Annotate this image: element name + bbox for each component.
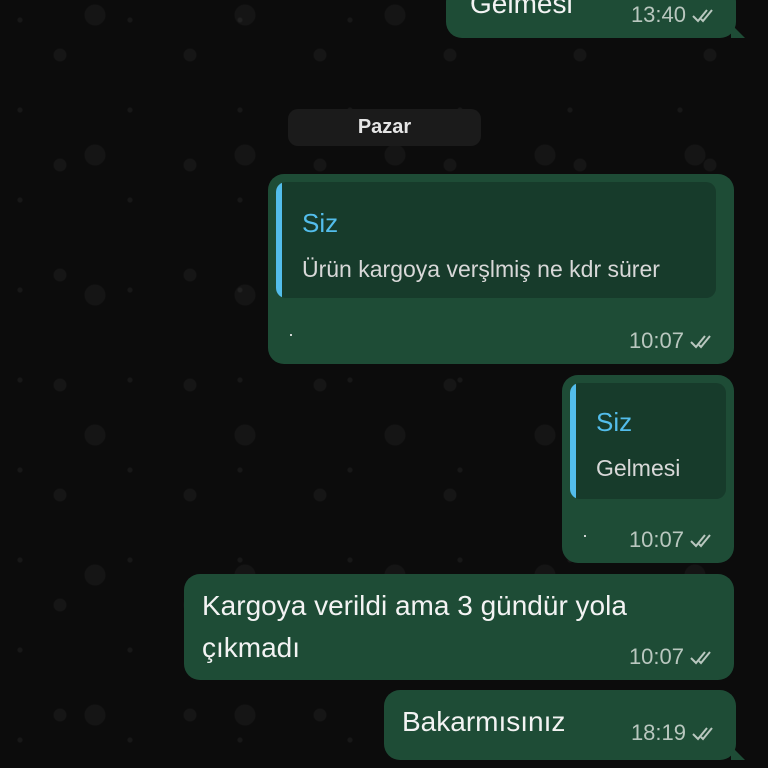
message-meta: 10:07 <box>629 527 716 553</box>
message-time: 10:07 <box>628 644 684 669</box>
message-text-line-2: çıkmadı <box>202 632 301 663</box>
double-check-icon <box>690 534 711 548</box>
message-bubble[interactable]: Bakarmısınız 18:19 <box>384 690 745 760</box>
message-bubble[interactable]: Kargoya verildi ama 3 gündür yola çıkmad… <box>184 574 734 680</box>
message-text: Gelmesi <box>470 0 573 19</box>
reply-message-bubble[interactable]: Siz Gelmesi · 10:07 <box>562 375 734 563</box>
quoted-message[interactable]: Siz Gelmesi <box>570 383 726 499</box>
message-meta: 10:07 <box>629 328 716 354</box>
reply-message-bubble[interactable]: Siz Ürün kargoya verşlmiş ne kdr sürer ·… <box>268 174 734 364</box>
quoted-text: Gelmesi <box>596 455 681 481</box>
double-check-icon <box>690 335 711 349</box>
message-meta: 13:40 <box>631 2 718 28</box>
message-bubble[interactable]: Gelmesi 13:40 <box>446 0 745 38</box>
double-check-icon <box>692 9 713 23</box>
quoted-author: Siz <box>596 407 633 437</box>
quoted-text: Ürün kargoya verşlmiş ne kdr sürer <box>302 256 660 282</box>
message-text: · <box>582 525 588 545</box>
day-separator: Pazar <box>288 109 481 146</box>
message-meta: 10:07 <box>629 644 716 670</box>
double-check-icon <box>692 727 713 741</box>
message-text: Bakarmısınız <box>402 706 566 737</box>
message-text: · <box>288 324 294 344</box>
message-meta: 18:19 <box>631 720 718 746</box>
message-text-line-1: Kargoya verildi ama 3 gündür yola <box>202 590 627 621</box>
quoted-message[interactable]: Siz Ürün kargoya verşlmiş ne kdr sürer <box>276 182 716 298</box>
message-time: 10:07 <box>628 527 684 552</box>
message-time: 13:40 <box>630 2 686 27</box>
message-time: 10:07 <box>628 328 684 353</box>
message-time: 18:19 <box>630 720 686 745</box>
double-check-icon <box>690 651 711 665</box>
quoted-author: Siz <box>302 208 339 238</box>
day-separator-label: Pazar <box>357 116 412 138</box>
